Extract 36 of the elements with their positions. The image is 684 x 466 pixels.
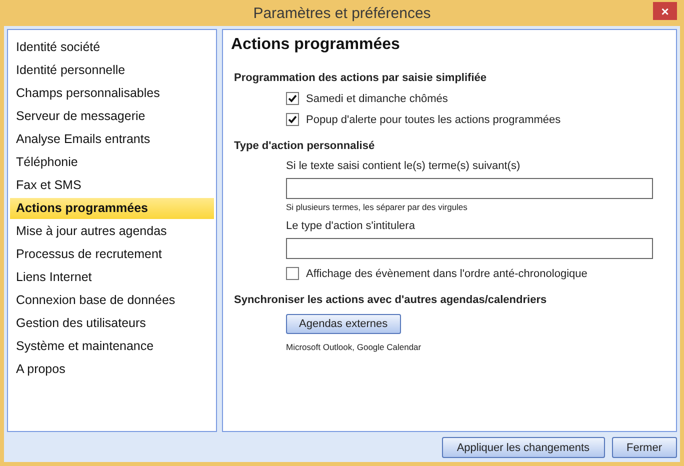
checkbox[interactable]	[286, 267, 299, 280]
sidebar-item[interactable]: Système et maintenance	[10, 336, 214, 357]
sidebar-item[interactable]: Serveur de messagerie	[10, 106, 214, 127]
checkbox-label: Affichage des évènement dans l'ordre anté-chronologique	[306, 268, 588, 280]
button-note: Microsoft Outlook, Google Calendar	[286, 342, 422, 352]
section-heading: Synchroniser les actions avec d'autres agendas/calendriers	[234, 294, 548, 306]
dialog-button[interactable]: Fermer	[612, 437, 677, 458]
checkbox-label: Popup d'alerte pour toutes les actions programmées	[306, 114, 561, 126]
section-heading: Programmation des actions par saisie simplifiée	[234, 72, 488, 84]
sidebar-item[interactable]: A propos	[10, 359, 214, 380]
sidebar-item[interactable]: Identité société	[10, 37, 214, 58]
checkbox[interactable]	[286, 92, 299, 105]
close-button[interactable]: ×	[653, 2, 677, 20]
sidebar-item[interactable]: Identité personnelle	[10, 60, 214, 81]
dialog-button[interactable]: Appliquer les changements	[442, 437, 605, 458]
input-field[interactable]	[286, 178, 653, 199]
window-title: Paramètres et préférences	[253, 4, 431, 22]
field-label: Si le texte saisi contient le(s) terme(s) suivant(s)	[286, 160, 522, 172]
sidebar-item[interactable]: Liens Internet	[10, 267, 214, 288]
input-field[interactable]	[286, 238, 653, 259]
sidebar-item[interactable]: Gestion des utilisateurs	[10, 313, 214, 334]
checkbox[interactable]	[286, 113, 299, 126]
page-title: Actions programmées	[231, 36, 401, 54]
sidebar-item[interactable]: Mise à jour autres agendas	[10, 221, 214, 242]
sidebar-item[interactable]: Analyse Emails entrants	[10, 129, 214, 150]
section-heading: Type d'action personnalisé	[234, 140, 376, 152]
sidebar-item[interactable]: Connexion base de données	[10, 290, 214, 311]
sidebar-item[interactable]: Fax et SMS	[10, 175, 214, 196]
sidebar-item[interactable]: Téléphonie	[10, 152, 214, 173]
field-label: Le type d'action s'intitulera	[286, 220, 416, 232]
field-hint: Si plusieurs termes, les séparer par des virgules	[286, 202, 468, 212]
sidebar-item[interactable]: Champs personnalisables	[10, 83, 214, 104]
sidebar-item[interactable]: Processus de recrutement	[10, 244, 214, 265]
sidebar-item[interactable]: Actions programmées	[10, 198, 214, 219]
checkbox-label: Samedi et dimanche chômés	[306, 92, 448, 104]
external-calendars-button[interactable]: Agendas externes	[286, 314, 401, 334]
